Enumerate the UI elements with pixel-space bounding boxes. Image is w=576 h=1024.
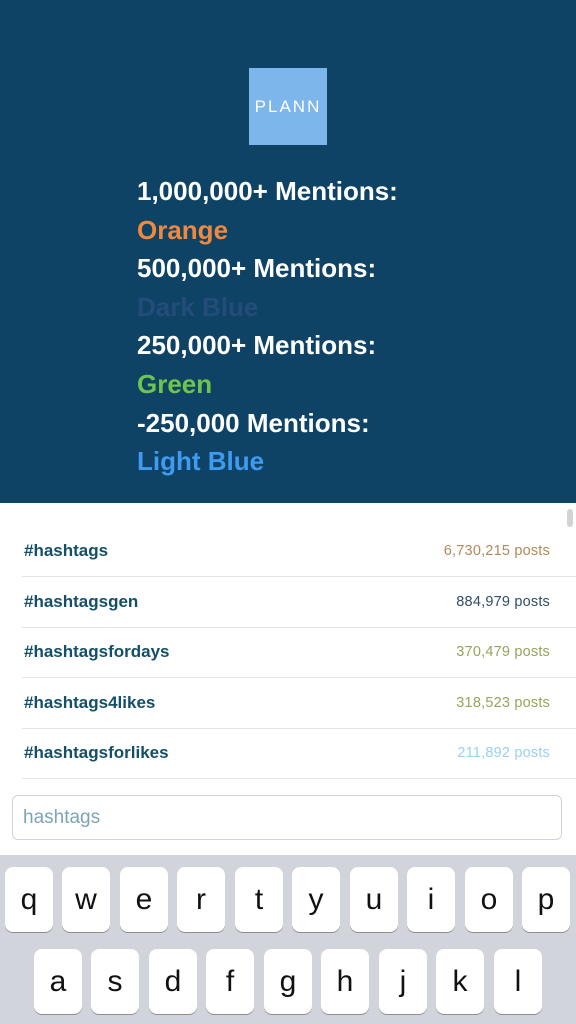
key-k[interactable]: k <box>436 949 484 1014</box>
key-h[interactable]: h <box>321 949 369 1014</box>
key-r[interactable]: r <box>177 867 225 932</box>
legend-banner: PLANN 1,000,000+ Mentions: Orange 500,00… <box>0 0 576 503</box>
key-w[interactable]: w <box>62 867 110 932</box>
hashtag-post-count: 370,479 posts <box>456 644 550 660</box>
key-o[interactable]: o <box>465 867 513 932</box>
legend-color-green: Green <box>137 368 213 399</box>
onscreen-keyboard: q w e r t y u i o p a s d f g h j k l <box>0 855 576 1024</box>
hashtag-post-count: 6,730,215 posts <box>443 543 550 559</box>
key-d[interactable]: d <box>149 949 197 1014</box>
plann-logo: PLANN <box>249 68 327 145</box>
search-input[interactable] <box>23 796 543 839</box>
legend-label-green: 250,000+ Mentions: <box>137 330 377 361</box>
hashtag-search-field[interactable] <box>12 795 562 840</box>
scrollbar[interactable] <box>567 509 573 527</box>
legend-label-orange: 1,000,000+ Mentions: <box>137 176 398 206</box>
key-g[interactable]: g <box>264 949 312 1014</box>
hashtag-row[interactable]: #hashtags4likes 318,523 posts <box>22 678 576 729</box>
key-e[interactable]: e <box>120 867 168 932</box>
key-f[interactable]: f <box>206 949 254 1014</box>
legend-label-light-blue: -250,000 Mentions: <box>137 407 370 438</box>
hashtag-name: #hashtagsfordays <box>24 642 170 661</box>
hashtag-name: #hashtags4likes <box>24 693 156 712</box>
mention-color-legend: 1,000,000+ Mentions: Orange 500,000+ Men… <box>137 172 557 481</box>
hashtag-post-count: 211,892 posts <box>457 745 550 761</box>
hashtag-row[interactable]: #hashtagsfordays 370,479 posts <box>22 627 576 678</box>
key-a[interactable]: a <box>34 949 82 1014</box>
hashtag-name: #hashtagsgen <box>24 592 139 611</box>
key-l[interactable]: l <box>494 949 542 1014</box>
key-t[interactable]: t <box>235 867 283 932</box>
key-q[interactable]: q <box>5 867 53 932</box>
key-i[interactable]: i <box>407 867 455 932</box>
key-s[interactable]: s <box>91 949 139 1014</box>
legend-color-dark-blue: Dark Blue <box>137 291 259 322</box>
hashtag-row[interactable]: #hashtagsgen 884,979 posts <box>22 577 576 628</box>
logo-text: PLANN <box>254 96 322 116</box>
key-j[interactable]: j <box>379 949 427 1014</box>
legend-color-light-blue: Light Blue <box>137 446 265 477</box>
hashtag-post-count: 318,523 posts <box>456 695 550 711</box>
key-y[interactable]: y <box>292 867 340 932</box>
hashtag-row[interactable]: #hashtags 6,730,215 posts <box>22 526 576 577</box>
hashtag-row[interactable]: #hashtagsforlikes 211,892 posts <box>22 728 576 779</box>
legend-label-dark-blue: 500,000+ Mentions: <box>137 253 377 284</box>
legend-color-orange: Orange <box>137 214 229 245</box>
key-p[interactable]: p <box>522 867 570 932</box>
key-u[interactable]: u <box>350 867 398 932</box>
hashtag-name: #hashtagsforlikes <box>24 743 169 762</box>
hashtag-post-count: 884,979 posts <box>456 594 550 610</box>
hashtag-name: #hashtags <box>24 541 109 560</box>
